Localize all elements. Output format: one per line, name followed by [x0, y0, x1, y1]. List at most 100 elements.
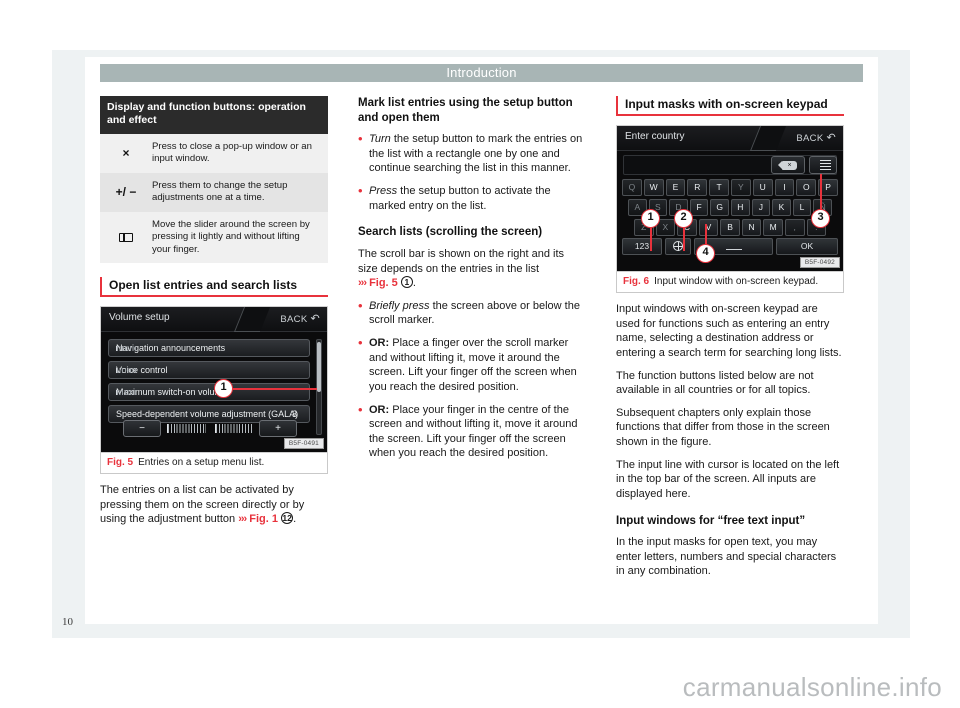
key-r[interactable]: R [687, 179, 708, 196]
key-g[interactable]: G [710, 199, 729, 216]
list-item-value: 3 [291, 409, 297, 420]
table-row: Move the slider around the screen by pre… [100, 211, 328, 264]
table-row: × Press to close a pop-up window or an i… [100, 133, 328, 173]
list-key[interactable] [809, 156, 837, 174]
key-m[interactable]: M [763, 219, 783, 236]
callout-leader-line [705, 224, 707, 246]
key-j[interactable]: J [751, 199, 771, 216]
table-header: Display and function buttons: operation … [100, 96, 328, 134]
section-heading-open-list-entries: Open list entries and search lists [100, 277, 328, 298]
figure-caption-text: Entries on a setup menu list. [138, 457, 265, 469]
key-o[interactable]: O [796, 179, 817, 196]
key-t[interactable]: T [709, 179, 729, 196]
callout-reference: 12 [281, 512, 294, 525]
key-w[interactable]: W [643, 179, 664, 196]
figure-6-caption: Fig. 6 Input window with on-screen keypad… [616, 272, 844, 293]
globe-icon [673, 241, 683, 251]
screen-title: Enter country [625, 131, 685, 142]
scroll-thumb[interactable] [317, 342, 321, 393]
list-item: Turn the setup button to mark the entrie… [358, 131, 586, 176]
callout-2: 2 [674, 209, 693, 228]
callout-4: 4 [696, 244, 715, 263]
paragraph-text: The scroll bar is shown on the right and… [358, 247, 565, 275]
page-frame-right [878, 50, 910, 638]
table-row: +/ − Press them to change the setup adju… [100, 172, 328, 212]
key-k[interactable]: K [772, 199, 791, 216]
paragraph-free-text-input: In the input masks for open text, you ma… [616, 536, 837, 578]
figure-number: Fig. 6 [623, 276, 650, 287]
key-q[interactable]: Q [622, 179, 642, 196]
backspace-key[interactable]: × [771, 156, 805, 174]
cross-reference-label[interactable]: Fig. 5 [369, 277, 398, 289]
list-icon [815, 159, 831, 171]
manual-page-viewport: Introduction 10 Display and function but… [0, 0, 960, 708]
paragraph-list-activation: The entries on a list can be activated b… [100, 483, 328, 527]
language-key[interactable] [665, 238, 691, 255]
key-u[interactable]: U [752, 179, 773, 196]
figure-caption-text: Input window with on-screen keypad. [654, 276, 819, 287]
callout-leader-line [683, 226, 685, 251]
ok-key[interactable]: OK [776, 238, 838, 255]
paragraph-subsequent-chapters: Subsequent chapters only explain those f… [616, 406, 830, 448]
key-n[interactable]: N [741, 219, 762, 236]
level-indicator-icon [116, 390, 138, 396]
key-comma[interactable]: , [784, 219, 805, 236]
section-heading-search-lists: Search lists (scrolling the screen) [358, 226, 543, 239]
section-heading-free-text-input: Input windows for “free text input” [616, 514, 806, 527]
bullet-text: Place your finger in the centre of the s… [369, 403, 578, 460]
back-arrow-icon: ↶ [826, 132, 836, 144]
key-v[interactable]: V [698, 219, 719, 236]
keyboard-bottom-row: 123 OK [622, 238, 838, 255]
key-i[interactable]: I [774, 179, 795, 196]
site-watermark: carmanualsonline.info [682, 672, 942, 702]
key-b[interactable]: B [720, 219, 740, 236]
figure-6: Enter country BACK ↶ × Q W E R T Y U I O… [616, 125, 844, 293]
increase-button[interactable]: + [259, 420, 297, 438]
paragraph-input-line: The input line with cursor is located on… [616, 458, 840, 500]
figure-number: Fig. 5 [107, 457, 134, 469]
scrollbar[interactable] [316, 339, 322, 436]
back-button[interactable]: BACK ↶ [280, 312, 320, 325]
key-h[interactable]: H [730, 199, 750, 216]
slider-track-right[interactable] [214, 424, 253, 434]
cross-reference-arrow: ››› [238, 513, 247, 526]
key-f[interactable]: F [689, 199, 709, 216]
table-cell-description: Press to close a pop-up window or an inp… [152, 140, 312, 165]
volume-slider-control[interactable]: − + [123, 420, 297, 438]
cross-reference-arrow: ››› [358, 277, 367, 290]
key-y[interactable]: Y [730, 179, 751, 196]
callout-1: 1 [641, 209, 660, 228]
slider-icon [100, 212, 152, 263]
list-item-label: Speed-dependent volume adjustment (GALA) [116, 409, 299, 420]
list-item: OR: Place your finger in the centre of t… [358, 402, 586, 462]
bullet-lead: Turn [369, 133, 391, 146]
bullet-lead: OR: [369, 403, 390, 416]
column-left: Display and function buttons: operation … [100, 96, 328, 535]
section-heading-mark-list-entries: Mark list entries using the setup button… [358, 97, 573, 124]
figure-6-image: Enter country BACK ↶ × Q W E R T Y U I O… [616, 125, 844, 272]
list-item[interactable]: Navigation announcements [108, 339, 310, 358]
table-cell-description: Press them to change the setup adjustmen… [152, 179, 288, 204]
figure-5-caption: Fig. 5 Entries on a setup menu list. [100, 453, 328, 475]
back-button[interactable]: BACK ↶ [796, 131, 836, 144]
key-e[interactable]: E [665, 179, 686, 196]
callout-reference: 1 [400, 276, 413, 289]
list-item: Briefly press the screen above or below … [358, 298, 586, 328]
cross-reference-label[interactable]: Fig. 1 [249, 513, 278, 525]
paragraph-tail: . [412, 277, 416, 290]
display-function-buttons-table: Display and function buttons: operation … [100, 96, 328, 264]
decrease-button[interactable]: − [123, 420, 161, 438]
callout-3: 3 [811, 209, 830, 228]
level-indicator-icon [116, 368, 138, 374]
slider-track-left[interactable] [167, 424, 206, 434]
back-label: BACK [796, 133, 824, 144]
callout-leader-line [229, 388, 317, 391]
key-l[interactable]: L [792, 199, 812, 216]
list-item[interactable]: Voice control [108, 361, 310, 380]
list-item: Press the setup button to activate the m… [358, 183, 586, 213]
list-item[interactable]: Maximum switch-on volume [108, 383, 310, 402]
paragraph-input-windows-usage: Input windows with on-screen keypad are … [616, 303, 842, 359]
column-right: Input masks with on-screen keypad Enter … [616, 96, 844, 587]
numeric-key[interactable]: 123 [622, 238, 662, 255]
bullet-lead: Briefly press [369, 299, 430, 312]
